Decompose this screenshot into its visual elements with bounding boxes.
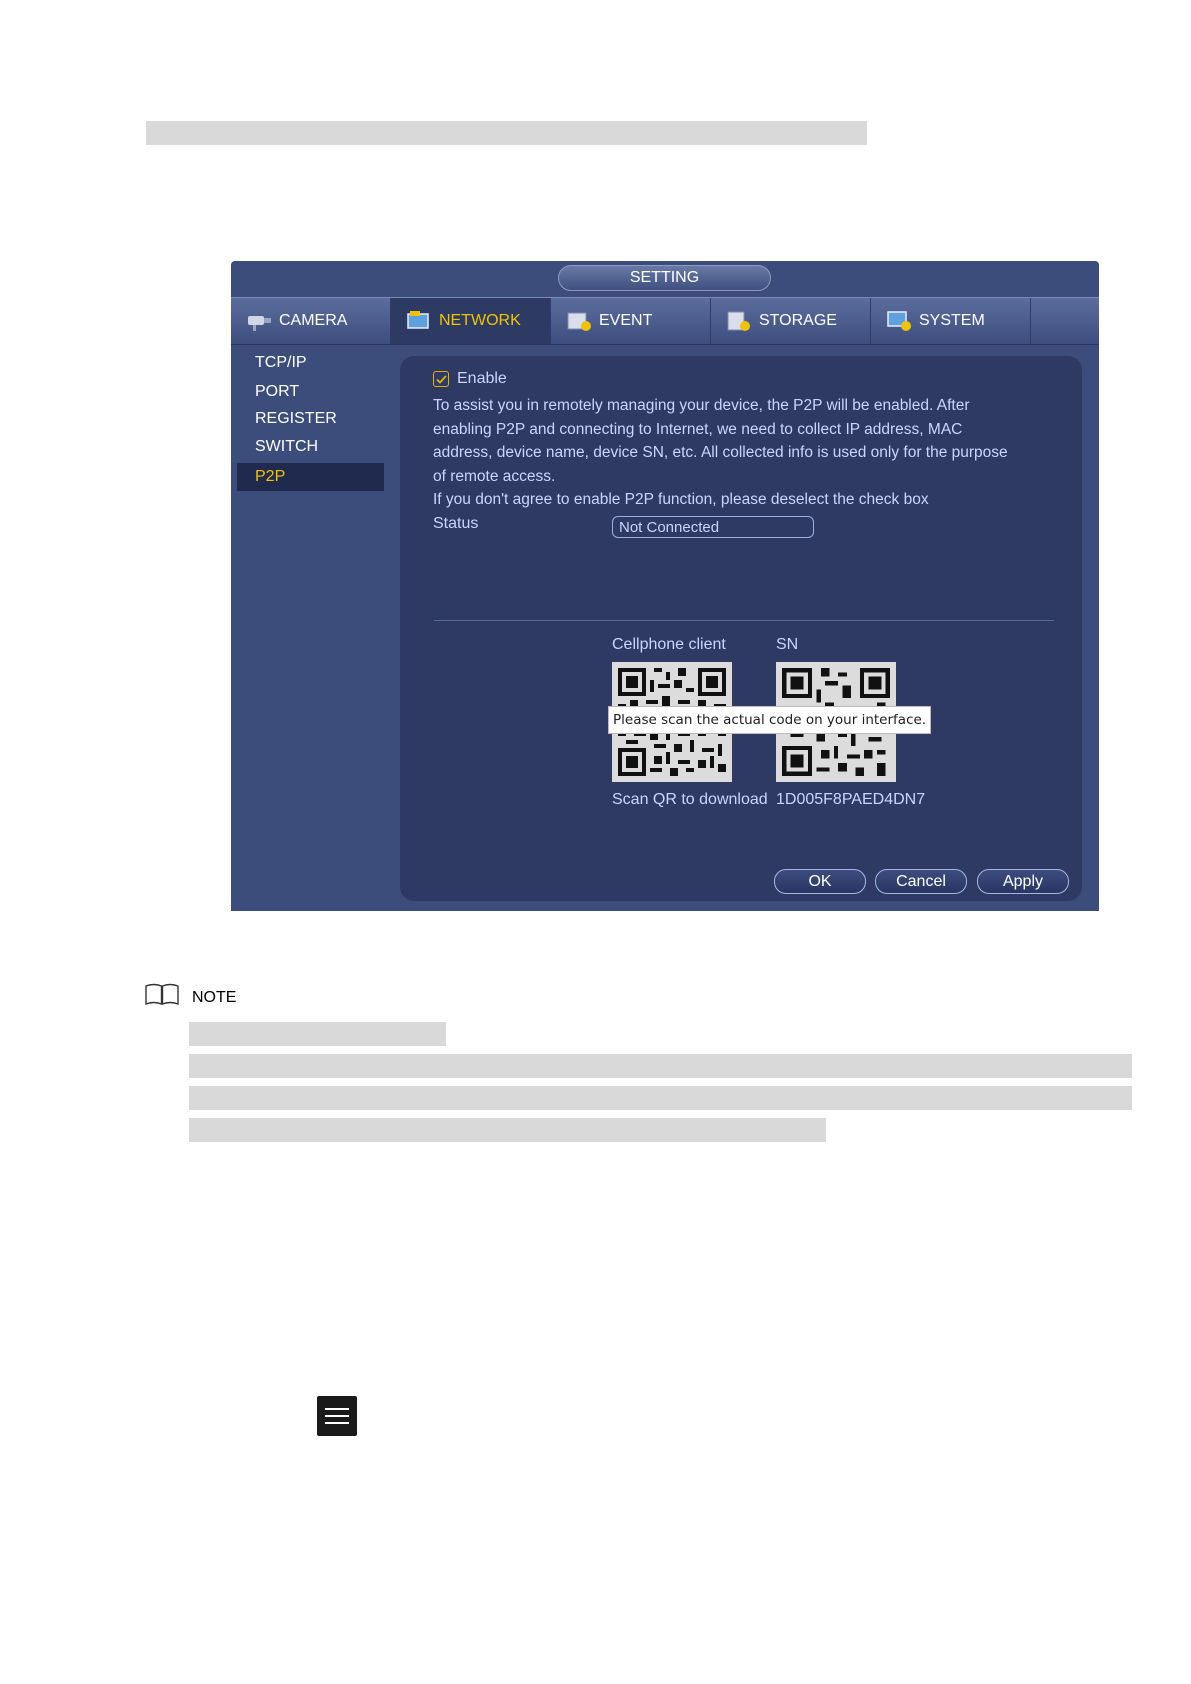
tab-label: SYSTEM [919, 312, 985, 329]
tab-system[interactable]: SYSTEM [871, 298, 1031, 344]
storage-icon [727, 311, 750, 331]
checkmark-icon [435, 374, 447, 384]
tab-label: EVENT [599, 312, 653, 329]
tab-camera[interactable]: CAMERA [231, 298, 391, 344]
notice-line: address, device name, device SN, etc. Al… [433, 444, 1008, 461]
redacted-note-line [189, 1022, 446, 1046]
network-icon [407, 311, 429, 329]
camera-icon [248, 316, 271, 331]
privacy-notice: To assist you in remotely managing your … [433, 394, 1053, 512]
scan-qr-label: Scan QR to download [612, 791, 768, 808]
qr-overlay-note: Please scan the actual code on your inte… [608, 706, 932, 734]
tab-storage[interactable]: STORAGE [711, 298, 871, 344]
book-icon [145, 983, 179, 1006]
network-sidebar: TCP/IP PORT REGISTER SWITCH P2P [231, 345, 391, 911]
note-header: NOTE [144, 983, 236, 1007]
ok-button[interactable]: OK [774, 869, 866, 894]
sidebar-item-switch[interactable]: SWITCH [237, 433, 384, 461]
apply-button[interactable]: Apply [977, 869, 1069, 894]
notice-line: of remote access. [433, 467, 556, 485]
system-icon [887, 311, 911, 331]
tab-label: CAMERA [279, 312, 348, 329]
note-title: NOTE [192, 989, 237, 1006]
status-label: Status [433, 515, 479, 532]
sidebar-item-tcpip[interactable]: TCP/IP [237, 349, 384, 377]
status-field: Not Connected [612, 516, 814, 538]
redacted-note-line [189, 1054, 1132, 1078]
event-icon [567, 312, 591, 331]
enable-row: Enable [433, 370, 507, 388]
sidebar-item-port[interactable]: PORT [237, 378, 384, 406]
sidebar-item-register[interactable]: REGISTER [237, 405, 384, 433]
sn-value: 1D005F8PAED4DN7 [776, 791, 926, 808]
enable-label: Enable [457, 370, 507, 387]
section-divider [434, 620, 1054, 621]
cancel-button[interactable]: Cancel [875, 869, 967, 894]
tab-network[interactable]: NETWORK [391, 298, 551, 344]
tab-label: NETWORK [439, 312, 521, 329]
redacted-note-line [189, 1118, 826, 1142]
nvr-setting-window: SETTING CAMERA NETWORK EVENT STORAGE SYS… [231, 261, 1099, 911]
redacted-heading [146, 121, 867, 145]
cellphone-client-label: Cellphone client [612, 636, 726, 653]
top-tab-bar: CAMERA NETWORK EVENT STORAGE SYSTEM [231, 297, 1099, 345]
p2p-panel: Enable To assist you in remotely managin… [400, 356, 1082, 901]
redacted-note-line [189, 1086, 1132, 1110]
notice-line: If you don't agree to enable P2P functio… [433, 491, 929, 508]
sn-label: SN [776, 636, 799, 653]
window-title: SETTING [558, 265, 771, 291]
tab-event[interactable]: EVENT [551, 298, 711, 344]
sidebar-item-p2p[interactable]: P2P [237, 463, 384, 491]
notice-line: enabling P2P and connecting to Internet,… [433, 420, 963, 438]
notice-line: To assist you in remotely managing your … [433, 397, 970, 414]
enable-checkbox[interactable] [433, 371, 449, 387]
tab-label: STORAGE [759, 312, 837, 329]
menu-icon [317, 1396, 357, 1436]
